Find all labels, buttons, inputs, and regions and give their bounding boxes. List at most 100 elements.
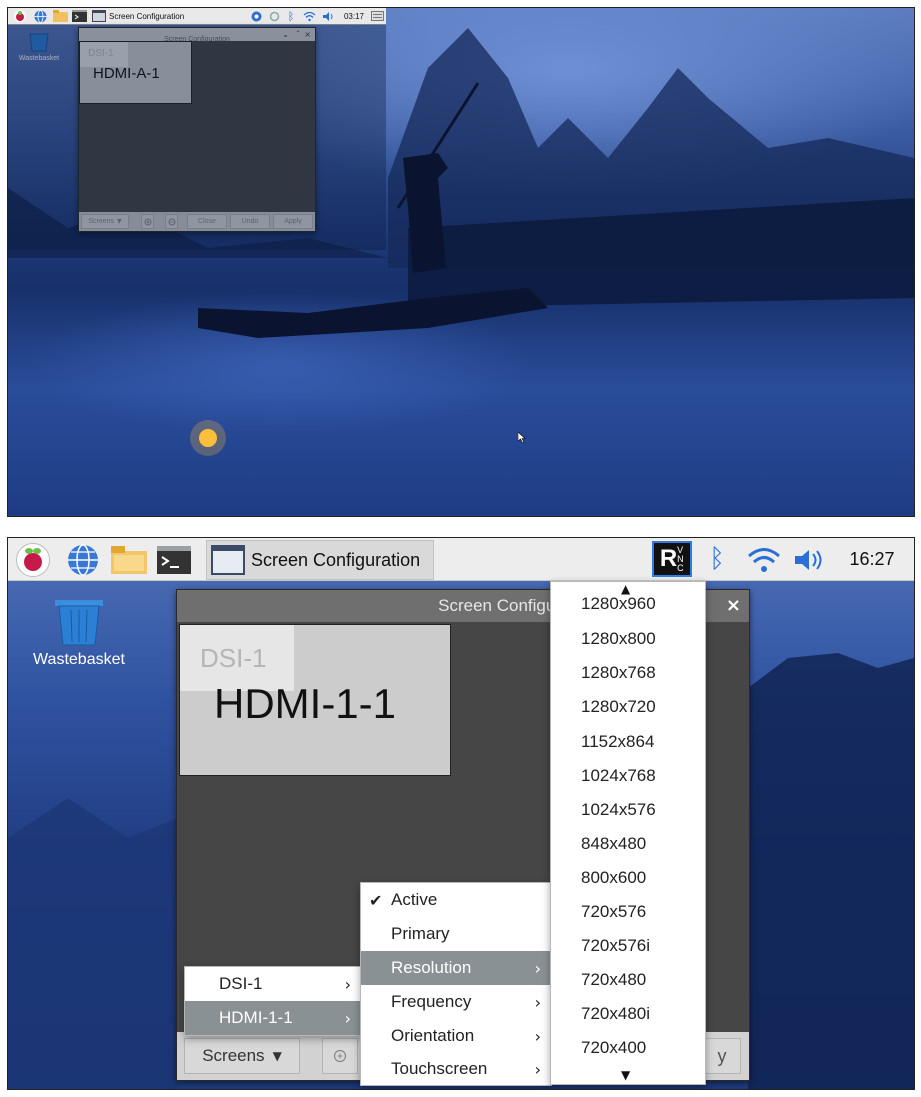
taskbar-window-title: Screen Configuration (251, 549, 421, 570)
scroll-down-arrow-icon[interactable]: ▼ (621, 1068, 630, 1082)
volume-icon[interactable] (321, 10, 335, 22)
monitor-hdmi-label: HDMI-A-1 (93, 65, 160, 82)
file-manager-icon[interactable] (52, 10, 68, 22)
apply-button-label: y (717, 1045, 727, 1066)
monitor-dsi[interactable]: DSI-1 (80, 42, 128, 67)
zoom-in-button[interactable] (141, 214, 154, 229)
close-window-button[interactable]: × (726, 590, 741, 622)
close-button[interactable]: Close (187, 214, 227, 229)
menu-item-label: Resolution (391, 958, 472, 977)
zoom-out-button[interactable] (165, 214, 178, 229)
wastebasket-icon (55, 600, 103, 646)
menu-item-frequency[interactable]: Frequency › (361, 985, 551, 1019)
menu-item-primary[interactable]: Primary (361, 917, 551, 951)
screens-button-label: Screens (202, 1046, 265, 1065)
resolution-item[interactable]: 1280x800 (581, 629, 656, 649)
menu-item-label: Touchscreen (391, 1059, 488, 1078)
apply-button[interactable]: Apply (273, 214, 313, 229)
resolution-item[interactable]: 800x600 (581, 868, 646, 888)
taskbar-window-button[interactable]: Screen Configuration (206, 540, 434, 580)
chevron-right-icon: › (534, 958, 541, 978)
resolution-item[interactable]: 1024x576 (581, 800, 656, 820)
resolution-item[interactable]: 720x576i (581, 936, 650, 956)
resolution-item[interactable]: 848x480 (581, 834, 646, 854)
menu-item-active[interactable]: ✔ Active (361, 883, 551, 917)
chevron-right-icon: › (344, 974, 351, 994)
wastebasket[interactable]: Wastebasket (24, 598, 134, 678)
web-browser-icon[interactable] (33, 9, 47, 23)
update-icon[interactable] (268, 10, 280, 22)
wifi-icon[interactable] (746, 546, 782, 574)
menu-item-label: Active (391, 890, 438, 909)
window-icon (92, 10, 106, 22)
wastebasket[interactable]: Wastebasket (14, 32, 64, 68)
apply-button[interactable]: y (703, 1038, 741, 1074)
resolution-item[interactable]: 720x576 (581, 902, 646, 922)
clock[interactable]: 03:17 (342, 9, 366, 23)
screens-menu-item-hdmi[interactable]: HDMI-1-1 › (185, 1001, 361, 1035)
chevron-right-icon: › (534, 1059, 541, 1079)
clock[interactable]: 16:27 (842, 544, 902, 574)
minimize-button[interactable]: ⌄ (282, 28, 289, 41)
vnc-icon[interactable]: RV N C (652, 541, 692, 577)
resolution-item[interactable]: 720x480i (581, 1004, 650, 1024)
dropdown-arrow-icon: ▼ (272, 1049, 282, 1063)
menu-item-orientation[interactable]: Orientation › (361, 1019, 551, 1053)
window-icon (211, 545, 245, 575)
terminal-icon[interactable] (71, 10, 87, 22)
wifi-icon[interactable] (302, 10, 316, 22)
screens-button[interactable]: Screens ▼ (184, 1038, 300, 1074)
raspberry-menu-icon[interactable] (16, 543, 50, 577)
maximize-button[interactable]: ˆ (296, 28, 300, 41)
window-button-bar: Screens ▼ Close Undo Apply (79, 212, 315, 231)
bluetooth-icon[interactable]: ᛒ (286, 9, 296, 23)
desktop-screenshot-top: Screen Configuration ᛒ 03:17 Wastebasket… (7, 7, 915, 517)
screens-button[interactable]: Screens ▼ (81, 214, 129, 229)
raspberry-menu-icon[interactable] (14, 10, 26, 22)
terminal-icon[interactable] (156, 545, 192, 575)
menu-item-label: Primary (391, 924, 450, 943)
screens-menu: DSI-1 › HDMI-1-1 › (184, 966, 362, 1036)
desktop-screenshot-bottom: Screen Configuration RV N C ᛒ 16:27 Wast… (7, 537, 915, 1090)
taskbar-window-button[interactable]: Screen Configuration (92, 9, 202, 23)
vnc-icon[interactable] (250, 10, 262, 22)
screens-menu-item-dsi[interactable]: DSI-1 › (185, 967, 361, 1001)
menu-item-label: Frequency (391, 992, 472, 1011)
bluetooth-icon[interactable]: ᛒ (706, 542, 728, 576)
resolution-item[interactable]: 1024x768 (581, 766, 656, 786)
web-browser-icon[interactable] (66, 543, 100, 577)
chevron-right-icon: › (534, 1026, 541, 1046)
window-titlebar: Screen Configuration ⌄ ˆ × (79, 28, 315, 43)
close-window-button[interactable]: × (304, 28, 311, 41)
monitor-hdmi-label: HDMI-1-1 (214, 680, 397, 727)
taskbar: Screen Configuration RV N C ᛒ 16:27 (8, 538, 914, 581)
checkmark-icon: ✔ (369, 890, 383, 910)
zoom-in-button[interactable] (322, 1038, 358, 1074)
zoom-out-icon (168, 218, 175, 225)
screens-button-label: Screens (88, 218, 115, 225)
resolution-item[interactable]: 720x480 (581, 970, 646, 990)
menu-item-touchscreen[interactable]: Touchscreen › (361, 1053, 551, 1085)
output-menu: ✔ Active Primary Resolution › Frequency … (360, 882, 552, 1086)
resolution-item[interactable]: 1280x768 (581, 663, 656, 683)
resolution-item[interactable]: 1280x720 (581, 697, 656, 717)
menu-item-label: HDMI-1-1 (219, 1008, 293, 1027)
wastebasket-label: Wastebasket (18, 55, 60, 62)
zoom-in-icon (333, 1049, 347, 1063)
menu-item-resolution[interactable]: Resolution › (361, 951, 551, 985)
resolution-item[interactable]: 720x400 (581, 1038, 646, 1058)
keyboard-icon[interactable] (370, 10, 384, 22)
monitor-hdmi[interactable]: DSI-1 HDMI-1-1 (179, 624, 451, 776)
resolution-item[interactable]: 1152x864 (581, 732, 654, 752)
monitor-hdmi[interactable]: DSI-1 HDMI-A-1 (79, 41, 192, 104)
resolution-menu: ▲ 1280x960 1280x800 1280x768 1280x720 11… (550, 581, 706, 1085)
mouse-cursor-icon (518, 432, 526, 443)
volume-icon[interactable] (792, 546, 828, 574)
undo-button[interactable]: Undo (230, 214, 270, 229)
chevron-right-icon: › (344, 1008, 351, 1028)
wastebasket-label: Wastebasket (33, 651, 125, 668)
wastebasket-icon (29, 33, 49, 52)
monitor-dsi-label: DSI-1 (88, 48, 114, 59)
menu-item-label: DSI-1 (219, 974, 263, 993)
file-manager-icon[interactable] (110, 545, 148, 575)
